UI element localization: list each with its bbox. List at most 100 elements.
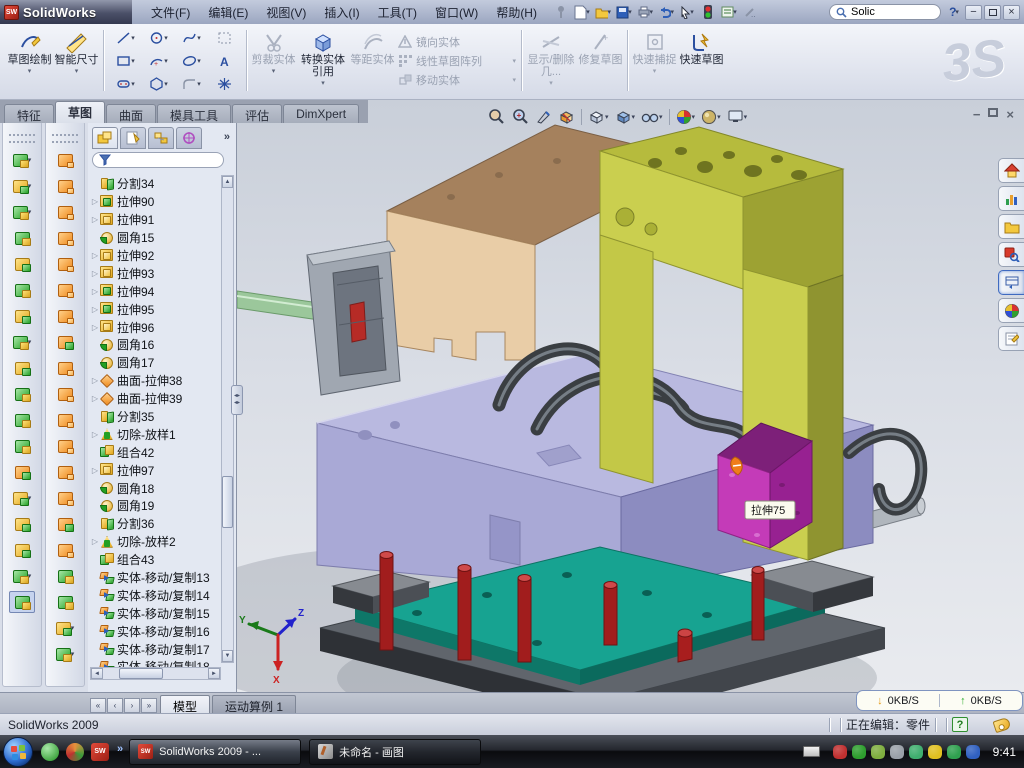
expand-arrow-icon[interactable]: ▷ [90, 430, 100, 439]
draft-icon[interactable] [9, 279, 35, 301]
expand-arrow-icon[interactable]: ▷ [90, 197, 100, 206]
flex-icon[interactable] [52, 253, 78, 275]
zoom-fit-icon[interactable] [488, 108, 506, 125]
tree-horizontal-scrollbar[interactable]: ◄ ► [90, 667, 221, 680]
thicken-icon[interactable] [52, 357, 78, 379]
model-tab-0[interactable]: 模型 [160, 695, 210, 713]
expand-arrow-icon[interactable]: ▷ [90, 251, 100, 260]
view-palette-icon[interactable] [998, 270, 1024, 295]
appearances-scenes-icon[interactable] [998, 298, 1024, 323]
options-list-icon[interactable]: ▾ [720, 4, 738, 21]
expand-arrow-icon[interactable]: ▷ [90, 269, 100, 278]
convert-entities-button[interactable]: 转换实体引用▾ [297, 26, 349, 95]
tree-item[interactable]: ▷ 拉伸96 [90, 318, 221, 336]
antivirus-shield-icon[interactable] [852, 745, 866, 759]
insert-feature-icon[interactable]: ▾ [9, 487, 35, 509]
rectangle-icon[interactable]: ▾ [109, 49, 142, 72]
swept-surface-icon[interactable] [52, 149, 78, 171]
solidworks-resources-home-icon[interactable] [998, 158, 1024, 183]
view-settings-icon[interactable]: ▾ [727, 109, 748, 124]
part-section-block[interactable] [307, 241, 400, 395]
tree-item[interactable]: 实体-移动/复制14 [90, 586, 221, 604]
tree-item[interactable]: 圆角16 [90, 336, 221, 354]
bodies-pair-icon[interactable] [9, 383, 35, 405]
lofted-boss-icon[interactable] [9, 227, 35, 249]
file-explorer-folder-icon[interactable] [998, 214, 1024, 239]
tree-item[interactable]: 实体-移动/复制13 [90, 569, 221, 587]
deform-diamond-icon[interactable] [52, 279, 78, 301]
messenger-icon[interactable] [41, 743, 59, 761]
design-library-icon[interactable] [998, 186, 1024, 211]
zoom-area-icon[interactable]: + [512, 108, 530, 125]
dome-icon[interactable] [52, 591, 78, 613]
revolved-boss-icon[interactable]: ▾ [9, 175, 35, 197]
section-knife-icon[interactable] [536, 109, 552, 125]
tree-item[interactable]: ▷ 曲面-拉伸38 [90, 372, 221, 390]
tree-item[interactable]: ▷ 拉伸92 [90, 247, 221, 265]
open-icon[interactable]: ▾ [594, 4, 612, 21]
taskbar-window-0[interactable]: SWSolidWorks 2009 - ... [129, 739, 301, 765]
measure-icon[interactable] [9, 591, 35, 613]
boss-funnel-icon[interactable] [52, 227, 78, 249]
tree-item[interactable]: 实体-移动/复制17 [90, 640, 221, 658]
property-manager-tab[interactable] [120, 127, 146, 149]
slot-icon[interactable]: ▾ [109, 72, 142, 95]
volume-icon[interactable] [890, 745, 904, 759]
tree-item[interactable]: ▷ 拉伸90 [90, 193, 221, 211]
line-icon[interactable]: ▾ [109, 26, 142, 49]
app-icon[interactable] [66, 743, 84, 761]
tree-item[interactable]: 分割35 [90, 408, 221, 426]
tree-item[interactable]: 圆角15 [90, 229, 221, 247]
scene-icon[interactable]: ▾ [701, 109, 721, 125]
taskbar-window-1[interactable]: 未命名 - 画图 [309, 739, 481, 765]
scroll-down-arrow[interactable]: ▼ [222, 650, 233, 662]
point-icon[interactable] [208, 72, 241, 95]
tab-特征[interactable]: 特征 [4, 104, 54, 123]
custom-properties-icon[interactable] [998, 326, 1024, 351]
expand-arrow-icon[interactable]: ▷ [90, 394, 100, 403]
repair-sketch-button[interactable]: + 修复草图 [577, 26, 624, 95]
pattern-icon[interactable] [208, 26, 241, 49]
health-shield-icon[interactable] [947, 745, 961, 759]
scroll-left-arrow[interactable]: ◄ [91, 668, 103, 679]
feature-manager-tab[interactable] [92, 127, 118, 149]
expand-arrow-icon[interactable]: ▷ [90, 287, 100, 296]
select-cursor-icon[interactable]: ▾ [678, 4, 696, 21]
section-view-icon[interactable] [558, 109, 575, 125]
sparkle-insert-icon[interactable]: ▾ [52, 617, 78, 639]
menu-1[interactable]: 编辑(E) [199, 1, 257, 24]
tree-item[interactable]: 圆角18 [90, 479, 221, 497]
delete-body-icon[interactable] [52, 409, 78, 431]
display-delete-relations-button[interactable]: 显示/删除几...▾ [525, 26, 577, 95]
help-button[interactable]: ?▾ [945, 4, 963, 21]
save-icon[interactable]: ▾ [615, 4, 633, 21]
combine-bodies-icon[interactable] [9, 435, 35, 457]
signal-icon[interactable] [909, 745, 923, 759]
tree-item[interactable]: ▷ 拉伸93 [90, 264, 221, 282]
move-copy-body-icon[interactable] [9, 461, 35, 483]
offset-surface-icon[interactable] [52, 539, 78, 561]
circle-icon[interactable]: ▾ [142, 26, 175, 49]
tree-item[interactable]: ▷ 切除-放样2 [90, 533, 221, 551]
tree-item[interactable]: 圆角19 [90, 497, 221, 515]
tab-模具工具[interactable]: 模具工具 [157, 104, 231, 123]
display-style-icon[interactable]: ▾ [615, 109, 636, 125]
boundary-surface-icon[interactable] [52, 331, 78, 353]
centerline-icon[interactable] [9, 539, 35, 561]
model-tab-nav-1[interactable]: ‹ [107, 698, 123, 713]
panel-overflow-chevron[interactable]: » [224, 131, 230, 143]
sketch-pencil-icon[interactable]: .. [741, 4, 759, 21]
bodies-l-icon[interactable] [9, 409, 35, 431]
move-entities-button[interactable]: 移动实体▾ [398, 72, 516, 88]
app-close-button[interactable]: × [1003, 5, 1020, 20]
tree-item[interactable]: ▷ 拉伸91 [90, 211, 221, 229]
menu-3[interactable]: 插入(I) [315, 1, 368, 24]
spline-icon[interactable]: ▾ [175, 26, 208, 49]
pin-icon[interactable] [552, 4, 570, 21]
spline-tool-icon[interactable]: ▾ [9, 565, 35, 587]
scroll-right-arrow[interactable]: ► [208, 668, 220, 679]
security-alert-icon[interactable] [833, 745, 847, 759]
c-channel-icon[interactable] [52, 201, 78, 223]
move-face-icon[interactable] [52, 487, 78, 509]
arc-icon[interactable]: +▾ [142, 49, 175, 72]
